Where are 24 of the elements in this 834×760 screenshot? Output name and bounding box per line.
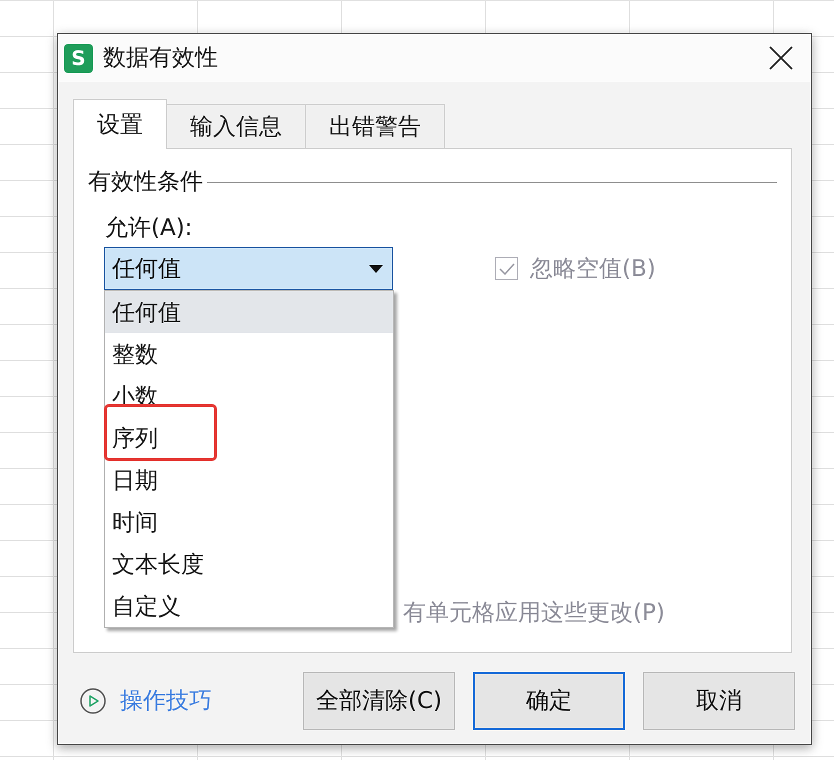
tab[interactable]: 设置 xyxy=(73,99,167,149)
dialog-button[interactable]: 取消 xyxy=(643,672,795,730)
dropdown-option[interactable]: 任何值 xyxy=(105,291,393,333)
option-label: 有单元格应用这些更改(P) xyxy=(403,600,665,626)
dialog-button[interactable]: 确定 xyxy=(473,672,625,730)
caret-icon xyxy=(369,264,383,272)
group-heading: 有效性条件 xyxy=(88,169,203,195)
allow-dropdown[interactable]: 任何值 xyxy=(104,247,393,290)
dropdown-option[interactable]: 整数 xyxy=(105,333,393,375)
dropdown-option[interactable]: 文本长度 xyxy=(105,543,393,585)
dropdown-option[interactable]: 序列 xyxy=(105,417,393,459)
dropdown-option[interactable]: 自定义 xyxy=(105,585,393,627)
tab[interactable]: 出错警告 xyxy=(305,104,445,148)
tips-link[interactable]: 操作技巧 xyxy=(120,685,212,716)
dropdown-option[interactable]: 日期 xyxy=(105,459,393,501)
play-circle-icon[interactable] xyxy=(80,688,106,714)
dropdown-option[interactable]: 时间 xyxy=(105,501,393,543)
field-label: 允许(A): xyxy=(105,215,192,241)
check-icon xyxy=(498,262,514,274)
app-logo: S xyxy=(64,44,93,72)
dialog-button[interactable]: 全部清除(C) xyxy=(303,672,455,730)
checkbox-label: 忽略空值(B) xyxy=(530,256,656,282)
window-title: 数据有效性 xyxy=(103,44,218,72)
close-icon xyxy=(769,46,793,70)
